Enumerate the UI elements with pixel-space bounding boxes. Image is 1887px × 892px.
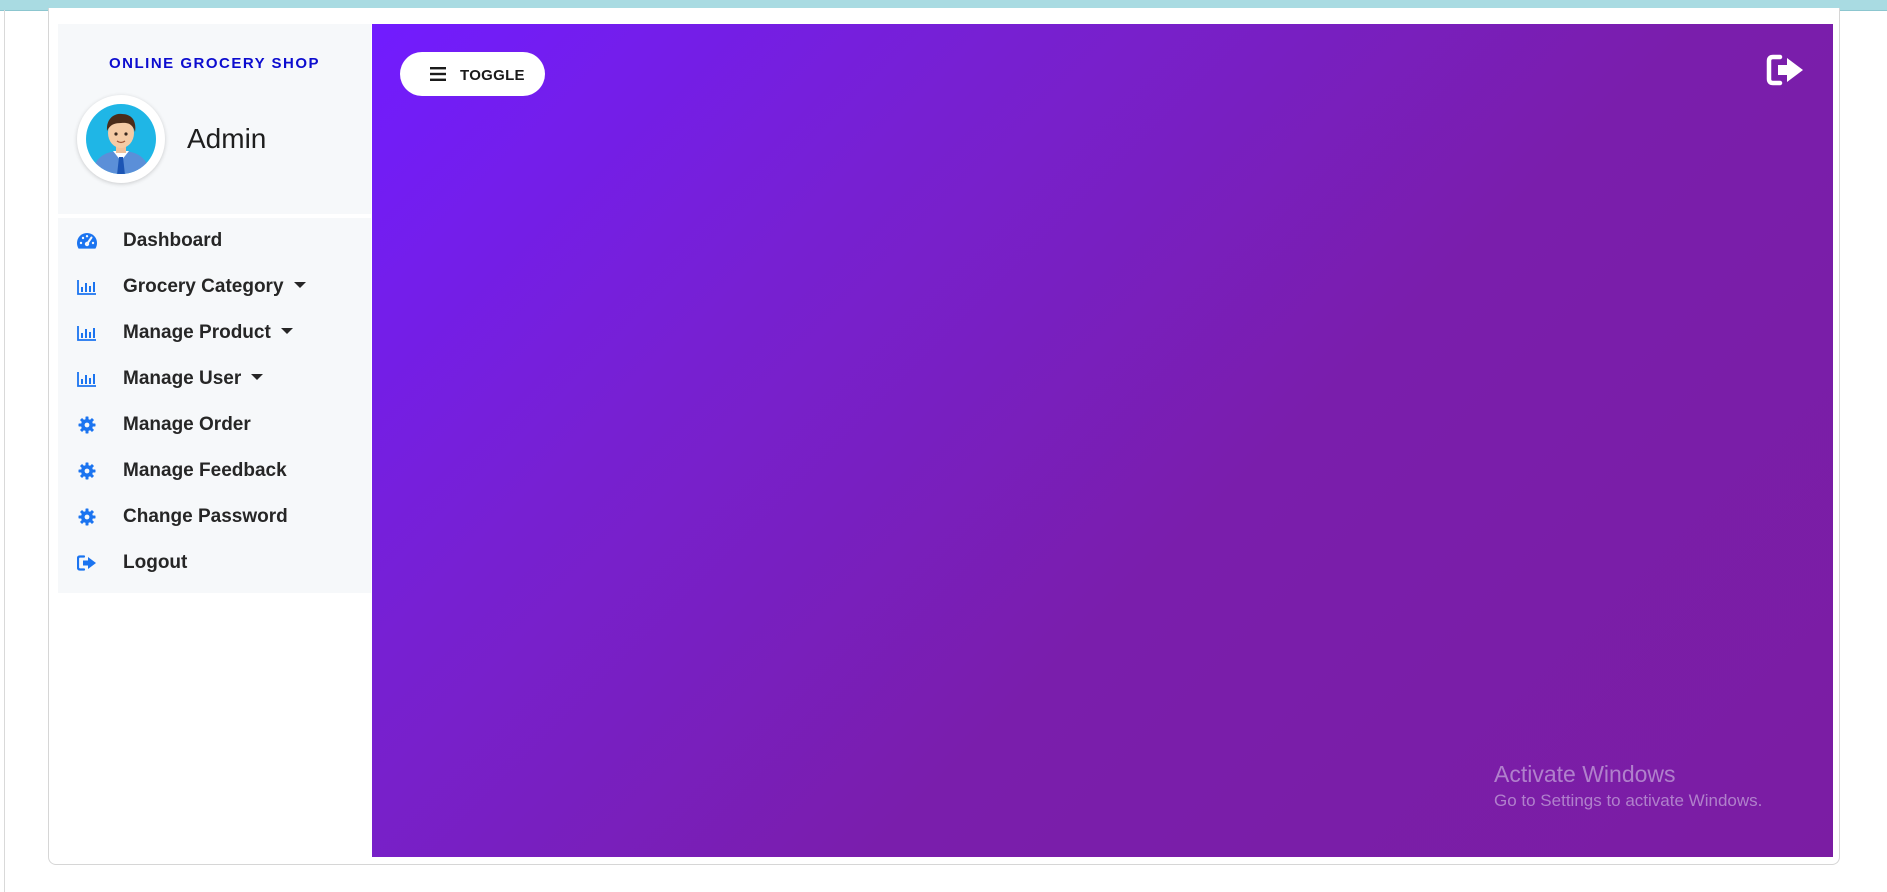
dashboard-gauge-icon [76, 232, 98, 250]
windows-activation-subtitle: Go to Settings to activate Windows. [1494, 791, 1763, 810]
sidebar-item-label: Manage Product [123, 322, 293, 344]
main-content: TOGGLE Activate Windows Go to Settings t… [372, 24, 1833, 857]
header-logout-button[interactable] [1766, 54, 1806, 91]
windows-activation-title: Activate Windows [1494, 761, 1676, 787]
sidebar-item-label: Logout [123, 552, 188, 573]
sidebar-item-label: Change Password [123, 506, 288, 527]
bar-chart-icon [76, 324, 98, 342]
toggle-label: TOGGLE [460, 67, 525, 84]
sidebar-item-dashboard[interactable]: Dashboard [58, 218, 371, 264]
admin-name: Admin [187, 123, 267, 154]
sidebar-item-label: Dashboard [123, 230, 223, 251]
bar-chart-icon [76, 370, 98, 388]
sidebar-item-label: Grocery Category [123, 276, 306, 298]
sidebar-item-change-password[interactable]: Change Password [58, 494, 371, 540]
sidebar-item-label: Manage User [123, 368, 264, 390]
sign-out-icon [76, 554, 98, 572]
sidebar-item-manage-feedback[interactable]: Manage Feedback [58, 448, 371, 494]
gear-icon [76, 508, 98, 526]
shop-title: ONLINE GROCERY SHOP [108, 55, 321, 72]
sidebar-item-label: Manage Order [123, 414, 251, 435]
caret-down-icon [280, 327, 293, 334]
sidebar-item-manage-product[interactable]: Manage Product [58, 310, 371, 356]
sidebar-item-logout[interactable]: Logout [58, 540, 371, 586]
caret-down-icon [251, 373, 264, 380]
sidebar-menu: Dashboard Grocery Category Manage Produc… [58, 218, 371, 593]
sidebar-item-grocery-category[interactable]: Grocery Category [58, 264, 371, 310]
sidebar: ONLINE GROCERY SHOP Admin Dashboard Groc… [58, 24, 371, 593]
hamburger-icon [430, 67, 446, 86]
sidebar-item-label: Manage Feedback [123, 460, 287, 481]
avatar-icon [86, 104, 156, 174]
bar-chart-icon [76, 278, 98, 296]
gear-icon [76, 462, 98, 480]
sidebar-item-manage-user[interactable]: Manage User [58, 356, 371, 402]
sidebar-header: ONLINE GROCERY SHOP Admin [58, 24, 371, 218]
admin-avatar [77, 95, 165, 183]
caret-down-icon [293, 281, 306, 288]
sidebar-item-manage-order[interactable]: Manage Order [58, 402, 371, 448]
sign-out-icon [1766, 54, 1803, 86]
gear-icon [76, 416, 98, 434]
toggle-button[interactable]: TOGGLE [400, 52, 545, 96]
page-left-border [4, 10, 5, 892]
